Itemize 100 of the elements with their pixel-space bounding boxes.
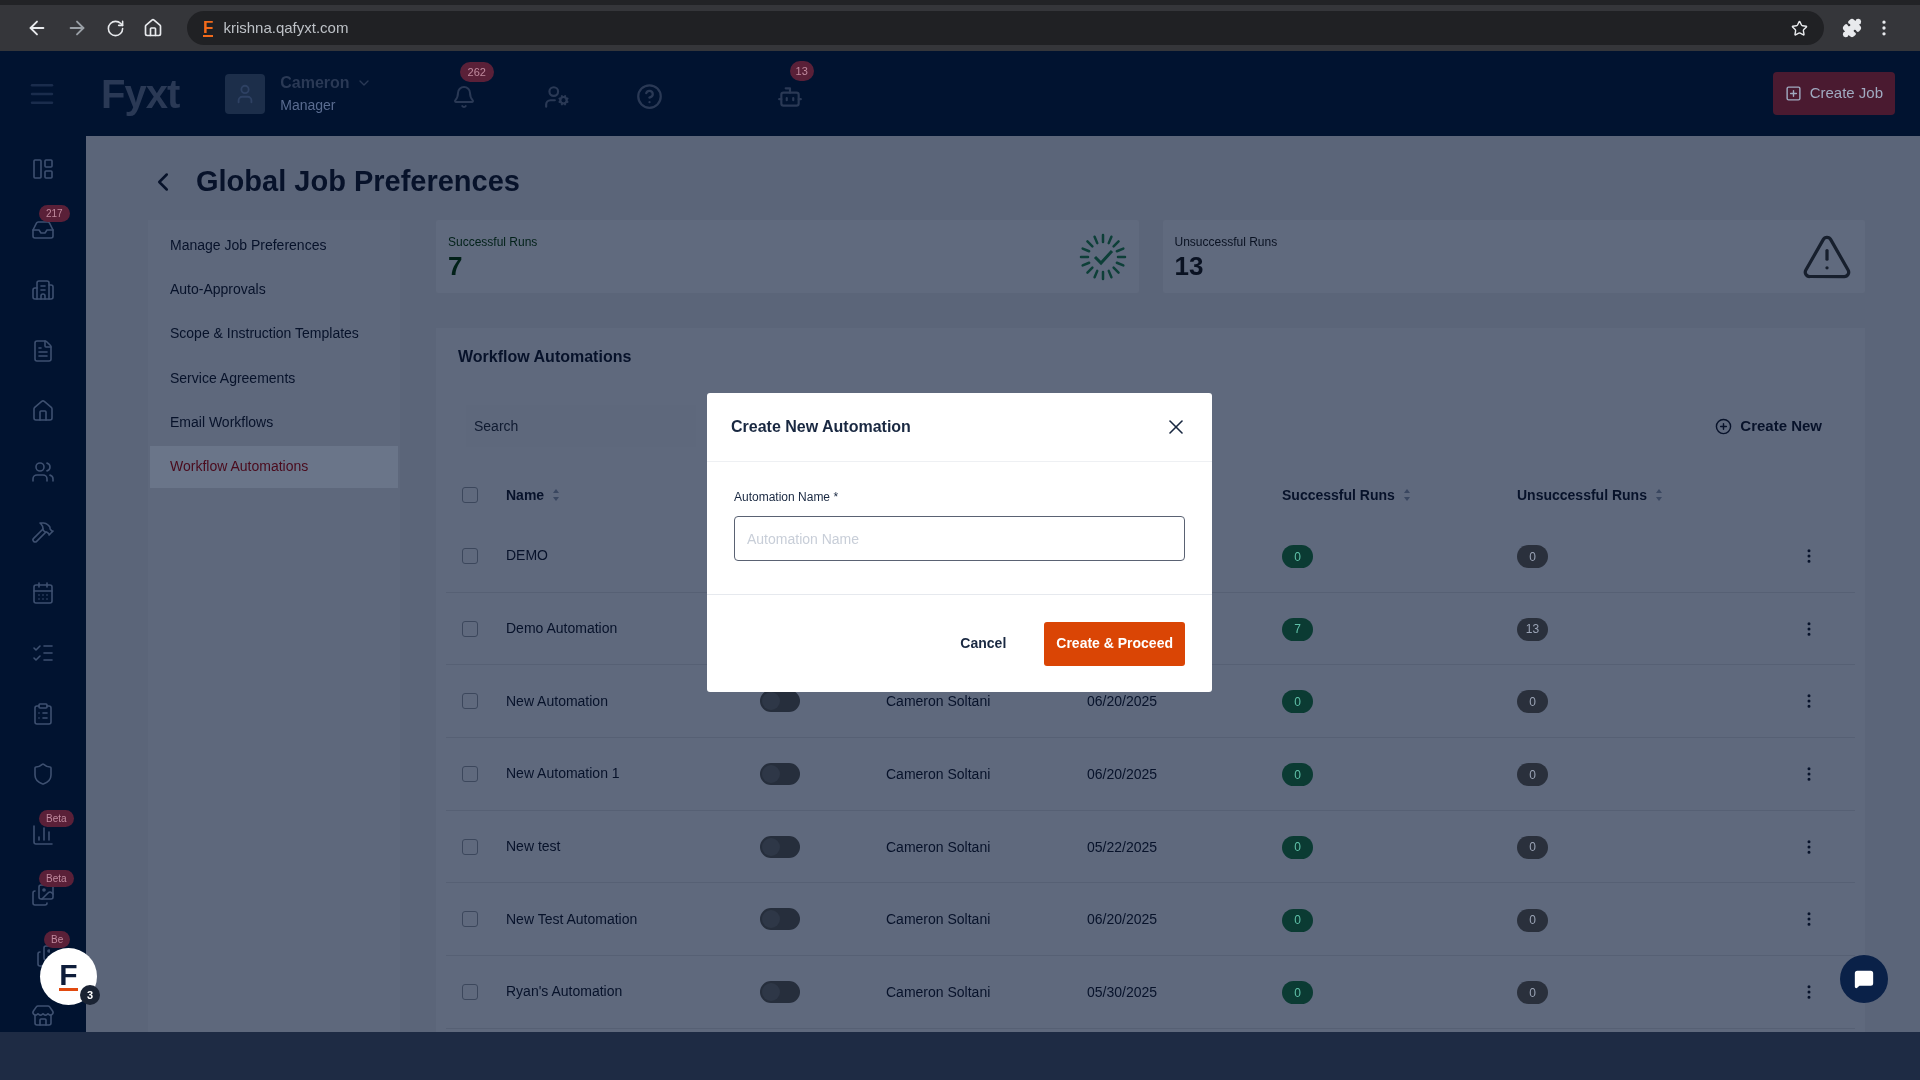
cancel-button[interactable]: Cancel bbox=[952, 621, 1015, 666]
stat-value: 7 bbox=[448, 250, 464, 281]
table-cell: 06/20/2025 bbox=[1087, 765, 1158, 782]
column-header[interactable]: Unsuccessful Runs bbox=[1517, 484, 1647, 506]
stat-label: Unsuccessful Runs bbox=[1174, 233, 1279, 251]
chat-button[interactable] bbox=[1840, 955, 1888, 1003]
plus-icon bbox=[1784, 85, 1802, 102]
table-cell: 06/20/2025 bbox=[1087, 911, 1158, 928]
bookmark-icon[interactable] bbox=[1791, 19, 1808, 37]
assistant-badge: 3 bbox=[80, 985, 100, 1005]
home-icon[interactable] bbox=[143, 18, 163, 38]
nav-item[interactable]: Service Agreements bbox=[150, 357, 398, 400]
stat-label: Successful Runs bbox=[448, 233, 539, 251]
table-cell: Cameron Soltani bbox=[886, 765, 991, 782]
checkbox[interactable] bbox=[462, 983, 478, 1000]
toggle-switch[interactable] bbox=[760, 835, 800, 858]
address-bar[interactable]: F krishna.qafyxt.com bbox=[187, 11, 1824, 45]
document-icon[interactable] bbox=[31, 338, 55, 363]
count-pill: 13 bbox=[1517, 617, 1548, 641]
count-pill: 0 bbox=[1517, 981, 1548, 1005]
automation-name[interactable]: New Test Automation bbox=[506, 908, 760, 930]
sidebar-badge: 217 bbox=[39, 204, 70, 222]
page-title: Global Job Preferences bbox=[196, 164, 520, 200]
help-icon[interactable] bbox=[635, 83, 663, 110]
sort-icon[interactable] bbox=[1402, 488, 1411, 502]
column-header[interactable]: Name bbox=[506, 484, 545, 506]
count-pill: 0 bbox=[1517, 835, 1548, 859]
create-proceed-button[interactable]: Create & Proceed bbox=[1044, 621, 1185, 666]
table-cell: Cameron Soltani bbox=[886, 693, 991, 710]
toggle-switch[interactable] bbox=[760, 762, 800, 785]
user-role: Manager bbox=[280, 96, 337, 115]
count-pill: 0 bbox=[1282, 835, 1313, 859]
checkbox[interactable] bbox=[462, 911, 478, 928]
table-cell: Cameron Soltani bbox=[886, 911, 991, 928]
chat-icon bbox=[1854, 969, 1874, 989]
count-pill: 0 bbox=[1282, 763, 1313, 787]
checkbox[interactable] bbox=[462, 547, 478, 564]
toggle-switch[interactable] bbox=[760, 980, 800, 1003]
store-icon[interactable] bbox=[31, 1004, 55, 1028]
create-job-button[interactable]: Create Job bbox=[1772, 72, 1895, 115]
column-header[interactable]: Successful Runs bbox=[1282, 484, 1395, 506]
checkbox[interactable] bbox=[462, 487, 478, 503]
bar-chart-icon[interactable] bbox=[31, 822, 55, 847]
reload-icon[interactable] bbox=[106, 18, 125, 38]
shield-icon[interactable] bbox=[31, 762, 55, 786]
automation-name[interactable]: New test bbox=[506, 836, 760, 858]
count-pill: 0 bbox=[1282, 690, 1313, 714]
checkbox[interactable] bbox=[462, 693, 478, 710]
panel-title: Workflow Automations bbox=[458, 347, 632, 367]
automation-name[interactable]: New Automation bbox=[506, 690, 760, 712]
nav-item[interactable]: Auto-Approvals bbox=[150, 268, 398, 311]
table-cell: 05/22/2025 bbox=[1087, 838, 1158, 855]
count-pill: 0 bbox=[1517, 545, 1548, 569]
table-cell: Cameron Soltani bbox=[886, 838, 991, 855]
tools-icon[interactable] bbox=[31, 520, 55, 544]
layout-icon[interactable] bbox=[31, 157, 55, 181]
count-pill: 0 bbox=[1517, 763, 1548, 787]
notification-badge: 262 bbox=[459, 61, 494, 82]
calendar-icon[interactable] bbox=[31, 580, 55, 605]
count-pill: 7 bbox=[1282, 617, 1313, 641]
automation-name[interactable]: Ryan's Automation bbox=[506, 981, 760, 1003]
user-settings-icon[interactable] bbox=[543, 83, 570, 110]
create-new-button[interactable]: Create New bbox=[1715, 414, 1822, 438]
buildings-icon[interactable] bbox=[31, 278, 55, 302]
extensions-icon[interactable] bbox=[1842, 18, 1862, 38]
nav-item[interactable]: Email Workflows bbox=[150, 401, 398, 444]
notification-icon[interactable] bbox=[451, 84, 476, 109]
nav-item[interactable]: Scope & Instruction Templates bbox=[150, 312, 398, 355]
table-cell: Cameron Soltani bbox=[886, 983, 991, 1000]
sort-icon[interactable] bbox=[1654, 488, 1663, 502]
dialog-title: Create New Automation bbox=[731, 417, 911, 437]
stat-value: 13 bbox=[1174, 250, 1205, 281]
users-icon[interactable] bbox=[31, 459, 55, 484]
clipboard-icon[interactable] bbox=[31, 701, 55, 726]
toggle-switch[interactable] bbox=[760, 690, 800, 713]
count-pill: 0 bbox=[1517, 690, 1548, 714]
robot-badge: 13 bbox=[789, 60, 814, 81]
count-pill: 0 bbox=[1282, 545, 1313, 569]
toggle-switch[interactable] bbox=[760, 908, 800, 931]
field-label: Automation Name * bbox=[734, 489, 840, 506]
success-check-icon bbox=[1078, 232, 1127, 281]
house-icon[interactable] bbox=[31, 399, 55, 423]
sidebar-badge: Beta bbox=[39, 870, 74, 887]
url-text: krishna.qafyxt.com bbox=[223, 17, 349, 38]
table-cell: 06/20/2025 bbox=[1087, 693, 1158, 710]
sort-icon[interactable] bbox=[552, 488, 561, 502]
nav-item[interactable]: Workflow Automations bbox=[150, 445, 398, 488]
sidebar-badge: Be bbox=[44, 930, 71, 948]
checkbox[interactable] bbox=[462, 838, 478, 855]
checkbox[interactable] bbox=[462, 765, 478, 782]
count-pill: 0 bbox=[1282, 908, 1313, 932]
table-cell: 05/30/2025 bbox=[1087, 983, 1158, 1000]
plus-icon bbox=[1715, 417, 1733, 435]
favicon: F bbox=[203, 19, 214, 37]
count-pill: 0 bbox=[1517, 908, 1548, 932]
checkbox[interactable] bbox=[462, 620, 478, 637]
automation-name[interactable]: New Automation 1 bbox=[506, 763, 760, 785]
count-pill: 0 bbox=[1282, 981, 1313, 1005]
sidebar-badge: Beta bbox=[39, 809, 74, 827]
nav-item[interactable]: Manage Job Preferences bbox=[150, 224, 398, 266]
